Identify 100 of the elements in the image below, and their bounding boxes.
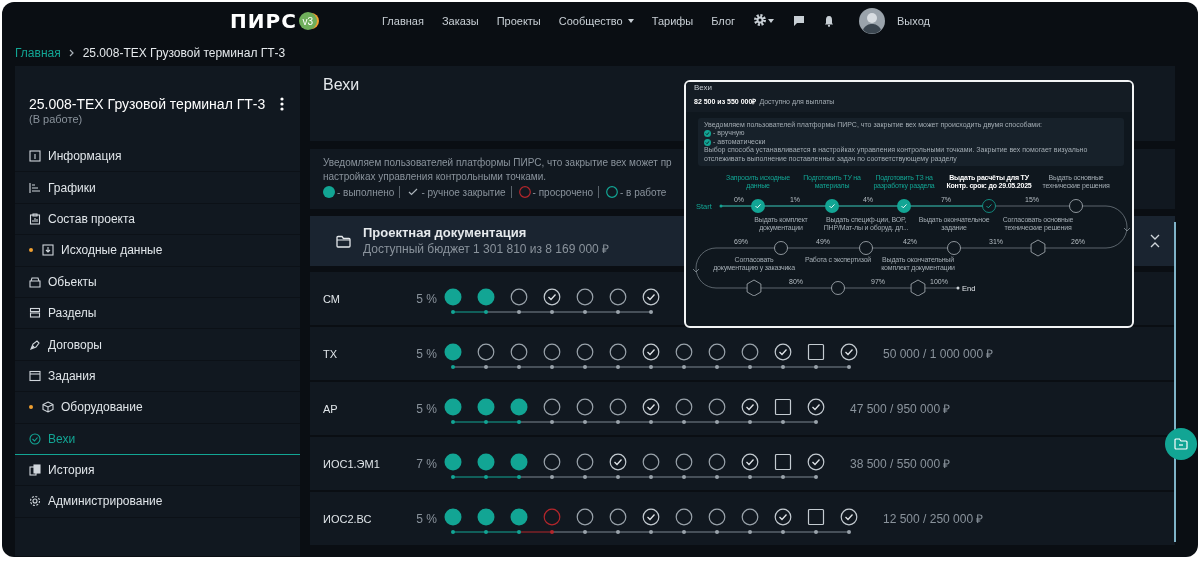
scrollbar[interactable] <box>1174 222 1176 542</box>
layers-icon <box>29 307 41 320</box>
legend-label: - ручное закрытие <box>421 186 506 198</box>
breadcrumb-item[interactable]: Главная <box>15 46 61 60</box>
check-circle-icon[interactable] <box>609 453 627 470</box>
check-circle-icon[interactable] <box>807 453 825 470</box>
breadcrumb-item[interactable]: 25.008-ТЕХ Грузовой терминал ГТ-3 <box>82 46 286 60</box>
sidebar-item[interactable]: Разделы <box>15 297 300 330</box>
project-title: 25.008-ТЕХ Грузовой терминал ГТ-3 <box>29 96 266 112</box>
settings-button[interactable] <box>753 13 776 29</box>
sidebar-item[interactable]: Исходные данные <box>15 235 300 267</box>
circle-icon[interactable] <box>675 453 693 470</box>
nav-link[interactable]: Проекты <box>496 15 541 27</box>
sidebar-item[interactable]: Обьекты <box>15 266 300 298</box>
sidebar-item[interactable]: Графики <box>15 172 300 204</box>
check-circle-icon[interactable] <box>840 343 858 360</box>
circle-icon[interactable] <box>741 343 759 360</box>
circle-icon[interactable] <box>477 343 495 360</box>
nav-link[interactable]: Блог <box>711 15 736 27</box>
circle-icon[interactable] <box>543 343 561 360</box>
sidebar-item[interactable]: Договоры <box>15 329 300 361</box>
chat-icon[interactable] <box>793 15 806 27</box>
filled-circle-icon[interactable] <box>477 453 495 470</box>
nav-link[interactable]: Тарифы <box>651 15 694 27</box>
circle-icon[interactable] <box>576 453 594 470</box>
circle-icon[interactable] <box>609 508 627 525</box>
square-icon[interactable] <box>807 508 825 525</box>
folder-button[interactable] <box>1165 428 1197 460</box>
circle-icon[interactable] <box>576 343 594 360</box>
nav-link[interactable]: Главная <box>382 15 424 27</box>
filled-circle-icon[interactable] <box>510 398 528 415</box>
section-code: СМ <box>323 292 341 305</box>
filled-circle-icon[interactable] <box>444 508 462 525</box>
logo-text[interactable]: ПИРС <box>230 9 297 33</box>
bell-icon[interactable] <box>823 15 836 27</box>
circle-icon[interactable] <box>708 343 726 360</box>
circle-icon[interactable] <box>675 398 693 415</box>
filled-circle-icon[interactable] <box>444 343 462 360</box>
check-circle-icon[interactable] <box>642 398 660 415</box>
circle-icon[interactable] <box>543 398 561 415</box>
filled-circle-icon[interactable] <box>477 398 495 415</box>
check-circle-icon[interactable] <box>642 343 660 360</box>
circle-icon[interactable] <box>675 508 693 525</box>
circle-icon <box>859 241 873 255</box>
circle-icon[interactable] <box>576 288 594 305</box>
square-icon[interactable] <box>807 343 825 360</box>
sidebar-item[interactable]: Оборудование <box>15 392 300 424</box>
circle-icon[interactable] <box>708 398 726 415</box>
check-circle-icon[interactable] <box>774 343 792 360</box>
filled-circle-icon[interactable] <box>444 288 462 305</box>
filled-circle-icon[interactable] <box>477 288 495 305</box>
sidebar-item[interactable]: Администрирование <box>15 486 300 518</box>
check-circle-icon[interactable] <box>642 288 660 305</box>
more-icon[interactable] <box>280 97 284 111</box>
circle-icon[interactable] <box>609 288 627 305</box>
download-icon <box>42 244 54 257</box>
circle-icon[interactable] <box>708 508 726 525</box>
circle-icon[interactable] <box>543 453 561 470</box>
gear-icon <box>29 495 41 508</box>
section-code: АР <box>323 402 339 415</box>
circle-icon[interactable] <box>576 508 594 525</box>
sidebar-item[interactable]: Состав проекта <box>15 203 300 236</box>
circle-icon[interactable] <box>510 343 528 360</box>
nav-link[interactable]: Сообщество <box>558 15 634 27</box>
circle-icon[interactable] <box>510 288 528 305</box>
square-icon[interactable] <box>774 453 792 470</box>
circle-icon[interactable] <box>609 398 627 415</box>
sidebar-item[interactable]: История <box>15 454 300 487</box>
logout-link[interactable]: Выход <box>897 15 930 27</box>
check-circle-icon[interactable] <box>543 288 561 305</box>
avatar[interactable] <box>859 8 886 34</box>
filled-circle-icon[interactable] <box>477 508 495 525</box>
sidebar-item[interactable]: Информация <box>15 141 300 173</box>
filled-circle-icon[interactable] <box>510 453 528 470</box>
circle-icon[interactable] <box>642 453 660 470</box>
filled-circle-icon[interactable] <box>510 508 528 525</box>
filled-circle-icon[interactable] <box>444 453 462 470</box>
chevron-icon <box>68 49 75 57</box>
check-circle-icon[interactable] <box>642 508 660 525</box>
check-circle-icon[interactable] <box>807 398 825 415</box>
section-code: ИОС1.ЭМ1 <box>323 457 381 470</box>
preview-title: Вехи <box>694 83 714 92</box>
sidebar-item[interactable]: Задания <box>15 360 300 393</box>
circle-icon[interactable] <box>675 343 693 360</box>
sidebar-item[interactable]: Вехи <box>15 423 300 455</box>
collapse-icon[interactable] <box>1149 234 1161 248</box>
circle-icon[interactable] <box>576 398 594 415</box>
folder-icon <box>336 234 351 248</box>
filled-circle-icon[interactable] <box>444 398 462 415</box>
project-status: (В работе) <box>29 113 84 125</box>
check-circle-icon[interactable] <box>774 508 792 525</box>
check-circle-icon[interactable] <box>840 508 858 525</box>
circle-icon[interactable] <box>741 508 759 525</box>
square-icon[interactable] <box>774 398 792 415</box>
circle-icon[interactable] <box>708 453 726 470</box>
check-circle-icon <box>751 199 765 214</box>
circle-icon[interactable] <box>609 343 627 360</box>
nav-link[interactable]: Заказы <box>441 15 479 27</box>
check-circle-icon[interactable] <box>741 398 759 415</box>
check-circle-icon[interactable] <box>741 453 759 470</box>
